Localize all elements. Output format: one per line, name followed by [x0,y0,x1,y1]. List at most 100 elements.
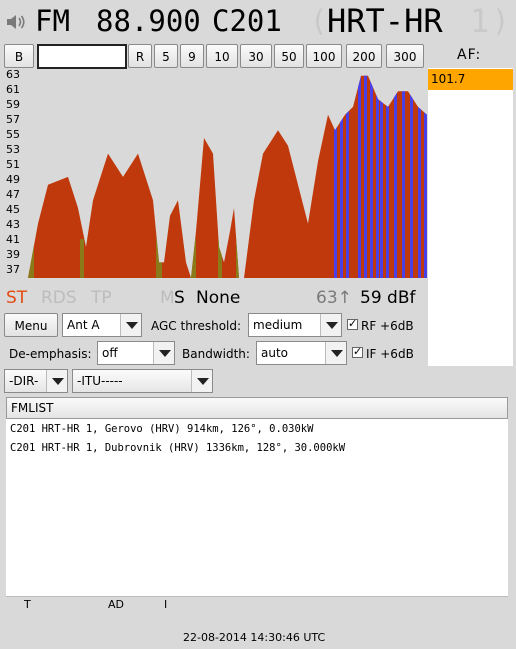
weak-band [156,239,162,278]
antenna-value: Ant A [67,318,100,332]
spectrum-area [28,75,427,278]
y-tick: 61 [6,83,20,96]
step-button-30[interactable]: 30 [240,44,272,68]
antenna-select[interactable]: Ant A [62,313,142,337]
bandwidth-select[interactable]: auto [256,341,347,365]
chevron-down-icon [120,314,141,336]
dir-select[interactable]: -DIR- [4,369,68,393]
music-indicator: M [160,288,175,308]
fmlist-row[interactable]: C201 HRT-HR 1, Gerovo (HRV) 914km, 126°,… [10,421,313,437]
step-button-100[interactable]: 100 [306,44,342,68]
y-tick: 45 [6,203,20,216]
bandwidth-value: auto [261,346,289,360]
step-button-5[interactable]: 5 [154,44,178,68]
chevron-down-icon [46,370,67,392]
step-button-50[interactable]: 50 [274,44,304,68]
mode-label: FM [35,4,70,38]
stereo-bar [334,75,337,278]
spectrum-graph[interactable] [28,68,427,278]
menu-button[interactable]: Menu [4,313,58,337]
frequency-display: 88.900 [96,4,201,38]
fmlist-row[interactable]: C201 HRT-HR 1, Dubrovnik (HRV) 1336km, 1… [10,440,345,456]
footer-divider [6,596,508,597]
peak-level: 63↑ [316,288,352,308]
stereo-bar [370,75,373,278]
y-axis: 63 61 59 57 55 53 51 49 47 45 43 41 39 3… [0,68,28,278]
speech-indicator: S [174,288,185,308]
y-tick: 63 [6,68,20,81]
weak-band [80,239,84,278]
pi-code: C201 [212,4,282,38]
footer-t: T [24,598,31,611]
step-button-10[interactable]: 10 [206,44,238,68]
tp-indicator: TP [91,288,112,308]
stereo-bar [386,75,389,278]
rds-indicator: RDS [41,288,77,308]
stereo-bar [380,75,383,278]
bandwidth-label: Bandwidth: [182,347,250,361]
timestamp: 22-08-2014 14:30:46 UTC [183,631,326,644]
itu-select[interactable]: -ITU----- [72,369,213,393]
dir-value: -DIR- [9,374,39,388]
y-tick: 55 [6,128,20,141]
if-checkbox[interactable] [352,345,363,358]
station-number: 1 [470,2,490,40]
y-tick: 59 [6,98,20,111]
weak-band [28,239,34,278]
rf-label: RF +6dB [361,319,414,333]
stereo-bar [402,75,405,278]
af-item[interactable]: 101.7 [428,69,513,90]
y-tick: 41 [6,233,20,246]
stereo-bar [358,75,361,278]
agc-value: medium [253,318,303,332]
chevron-down-icon [191,370,212,392]
frequency-input[interactable] [37,44,127,69]
y-tick: 43 [6,218,20,231]
stereo-bar [364,75,367,278]
stereo-bar [418,75,421,278]
af-list [428,68,513,366]
itu-value: -ITU----- [77,374,123,388]
agc-label: AGC threshold: [151,319,242,333]
y-tick: 47 [6,188,20,201]
af-title: AF: [457,47,482,63]
chevron-down-icon [320,314,341,336]
band-button[interactable]: B [4,44,34,68]
y-tick: 39 [6,248,20,261]
fmlist-header[interactable]: FMLIST [6,397,508,419]
y-tick: 51 [6,158,20,171]
signal-level: 59 dBf [360,288,416,308]
stereo-bar [376,75,379,278]
stereo-bar [394,75,397,278]
rf-checkbox[interactable] [347,317,358,330]
chevron-down-icon [153,342,174,364]
deemphasis-label: De-emphasis: [9,347,92,361]
step-button-200[interactable]: 200 [346,44,382,68]
weak-band [190,239,196,278]
stereo-bar [410,75,413,278]
deemphasis-value: off [102,346,118,360]
if-label: IF +6dB [366,347,414,361]
pty-label: None [196,288,241,308]
stereo-bar [346,75,349,278]
footer-ad: AD [108,598,124,611]
step-button-9[interactable]: 9 [180,44,204,68]
paren-close: ) [492,4,510,38]
step-button-300[interactable]: 300 [386,44,424,68]
fmlist-panel: C201 HRT-HR 1, Gerovo (HRV) 914km, 126°,… [6,419,508,596]
deemphasis-select[interactable]: off [97,341,175,365]
reset-button[interactable]: R [128,44,152,68]
stereo-indicator: ST [6,288,28,308]
footer-i: I [164,598,168,611]
stereo-bar [340,75,343,278]
y-tick: 57 [6,113,20,126]
y-tick: 53 [6,143,20,156]
speaker-icon[interactable] [6,14,26,30]
y-tick: 49 [6,173,20,186]
paren-open: ( [310,4,328,38]
y-tick: 37 [6,263,20,276]
agc-select[interactable]: medium [248,313,342,337]
chevron-down-icon [325,342,346,364]
weak-band [236,239,242,278]
station-name: HRT-HR [327,2,443,40]
